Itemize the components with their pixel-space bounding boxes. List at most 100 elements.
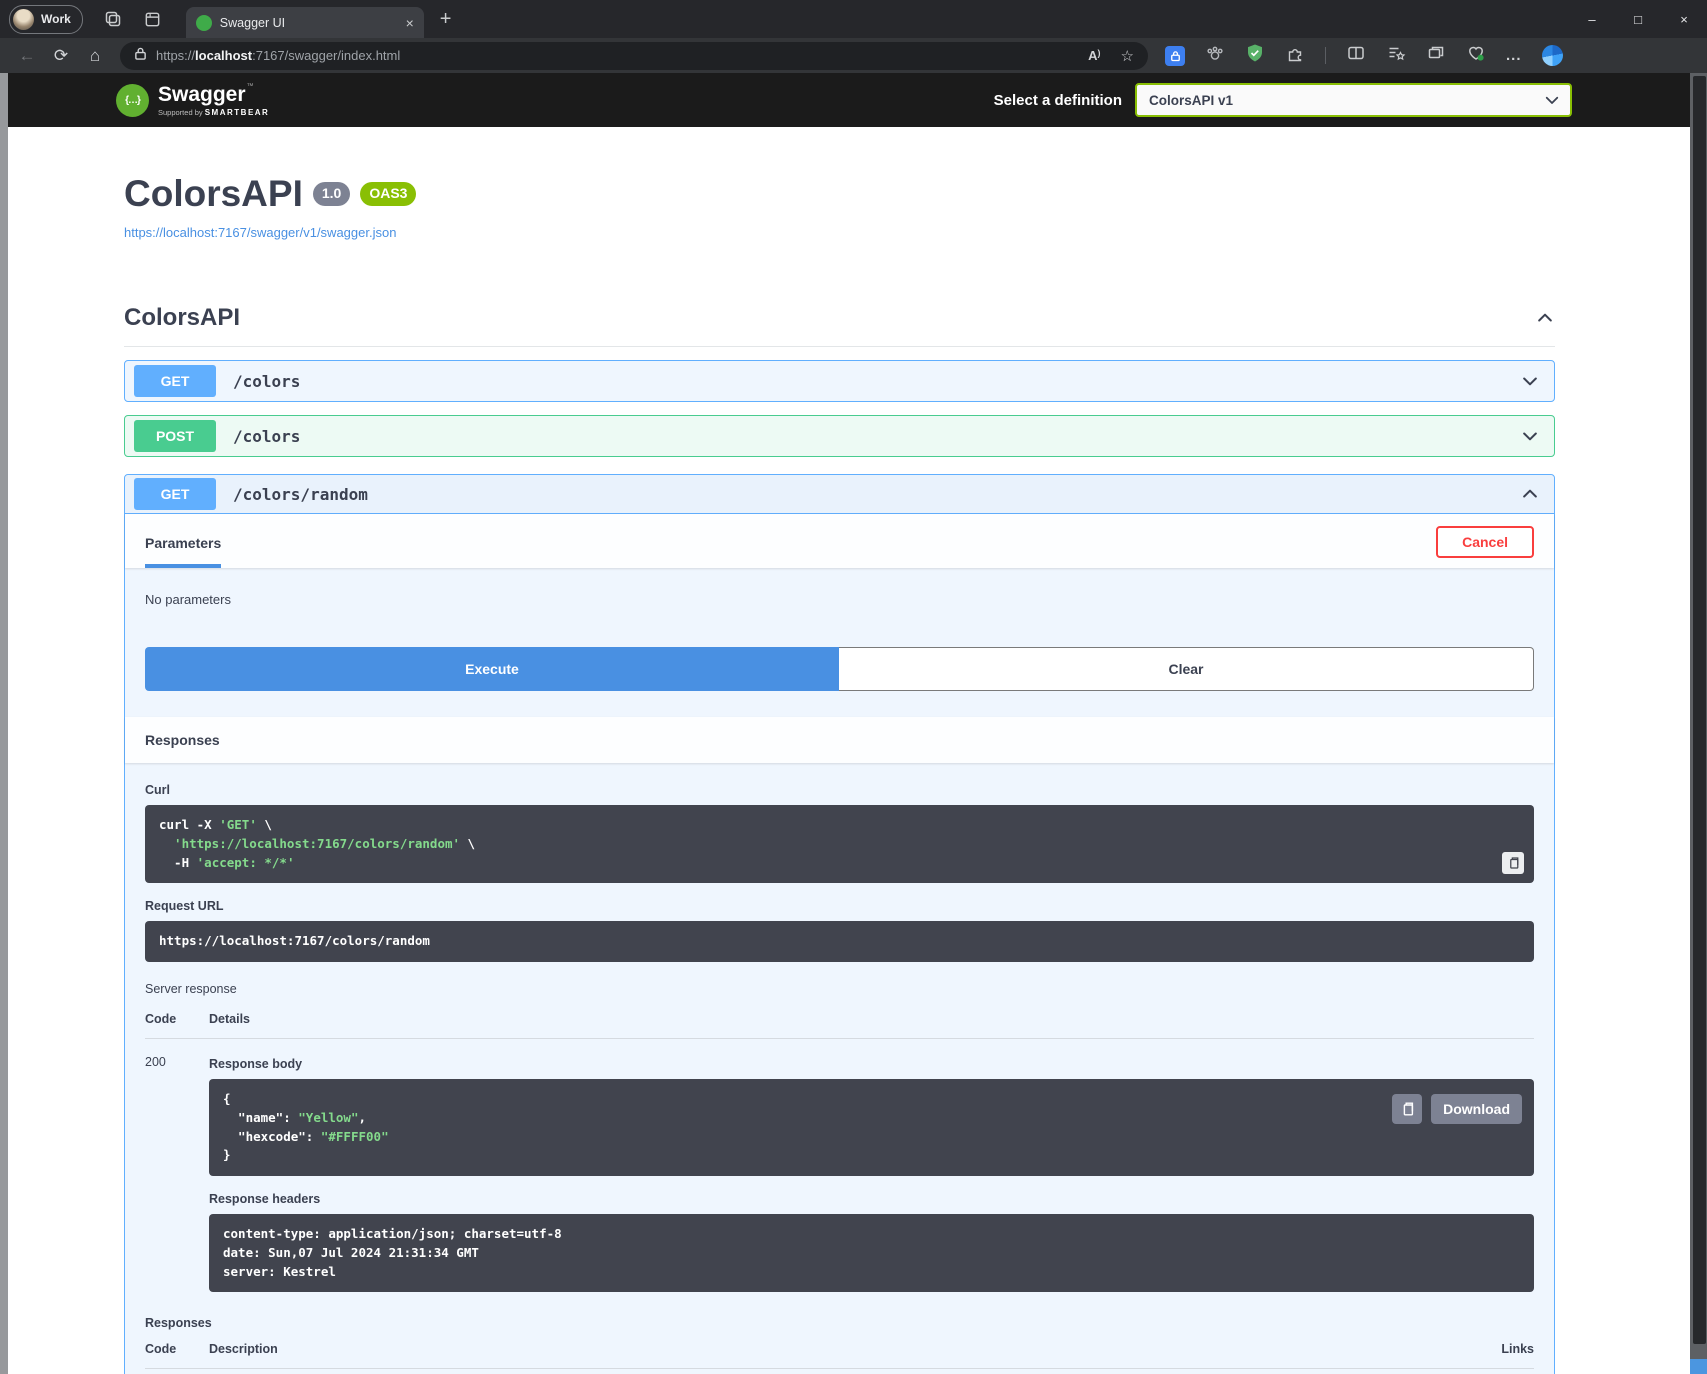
password-extension-icon[interactable]	[1165, 46, 1185, 66]
chevron-up-icon[interactable]	[1535, 308, 1555, 328]
server-response-label: Server response	[145, 982, 1534, 996]
response-headers-label: Response headers	[209, 1192, 1534, 1206]
chevron-down-icon[interactable]	[1520, 371, 1540, 391]
copilot-icon[interactable]	[1542, 45, 1563, 66]
site-lock-icon[interactable]	[134, 46, 147, 66]
scrollbar-bottom-marker[interactable]	[1690, 1359, 1707, 1374]
adguard-shield-icon[interactable]	[1245, 43, 1265, 68]
opblock-get-colors[interactable]: GET /colors	[124, 360, 1555, 402]
toolbar-divider	[1325, 47, 1326, 64]
browser-window: Work Swagger UI × + – □ × ← ⟳ ⌂	[0, 0, 1707, 1374]
doc-status-code: 200	[145, 1369, 209, 1374]
method-badge-post: POST	[134, 420, 216, 452]
read-aloud-icon[interactable]: A)	[1088, 48, 1100, 63]
method-badge-get: GET	[134, 478, 216, 510]
chevron-down-icon	[1543, 91, 1561, 109]
spec-json-link[interactable]: https://localhost:7167/swagger/v1/swagge…	[124, 225, 396, 240]
curl-label: Curl	[145, 783, 1534, 797]
extensions-puzzle-icon[interactable]	[1285, 43, 1305, 68]
minimize-button[interactable]: –	[1569, 0, 1615, 38]
oas3-badge: OAS3	[360, 182, 416, 205]
home-button[interactable]: ⌂	[78, 46, 112, 66]
description-header: Description	[209, 1342, 1414, 1356]
paw-extension-icon[interactable]	[1205, 43, 1225, 68]
workspaces-icon[interactable]	[103, 9, 123, 29]
code-header: Code	[145, 1012, 209, 1026]
opblock-post-colors[interactable]: POST /colors	[124, 415, 1555, 457]
cancel-button[interactable]: Cancel	[1436, 526, 1534, 558]
swagger-logo: {…} Swagger™ Supported by SMARTBEAR	[116, 83, 269, 117]
clear-button[interactable]: Clear	[839, 647, 1534, 691]
close-button[interactable]: ×	[1661, 0, 1707, 38]
tab-close-icon[interactable]: ×	[406, 16, 414, 30]
scrollbar-thumb[interactable]	[1693, 76, 1706, 1344]
url-text: https://localhost:7167/swagger/index.htm…	[156, 48, 400, 63]
address-input[interactable]: https://localhost:7167/swagger/index.htm…	[120, 42, 1148, 70]
request-url-label: Request URL	[145, 899, 1534, 913]
responses-table-header: Code Description Links	[145, 1330, 1534, 1369]
swagger-favicon	[196, 15, 212, 31]
details-header: Details	[209, 1012, 1534, 1026]
settings-more-icon[interactable]: ...	[1506, 47, 1522, 64]
responses-section-header: Responses	[125, 717, 1554, 763]
no-parameters-text: No parameters	[125, 568, 1554, 607]
live-response-table-header: Code Details	[145, 1000, 1534, 1039]
method-badge-get: GET	[134, 365, 216, 397]
execute-row: Execute Clear	[145, 647, 1534, 691]
op-path: /colors	[233, 427, 1520, 446]
swagger-page: ColorsAPI 1.0 OAS3 https://localhost:716…	[8, 127, 1690, 1374]
window-frame-left	[0, 73, 8, 1374]
swagger-topbar: {…} Swagger™ Supported by SMARTBEAR Sele…	[0, 73, 1707, 127]
parameters-section-header: Parameters Cancel	[125, 514, 1554, 568]
favorites-list-icon[interactable]	[1386, 43, 1406, 68]
response-doc-row: 200 Success No links	[145, 1369, 1534, 1374]
execute-button[interactable]: Execute	[145, 647, 839, 691]
back-button[interactable]: ←	[10, 46, 44, 66]
favorite-star-icon[interactable]: ☆	[1121, 47, 1134, 65]
doc-links: No links	[1414, 1369, 1534, 1374]
split-screen-icon[interactable]	[1346, 43, 1366, 68]
brand-subtitle: Supported by SMARTBEAR	[158, 108, 269, 117]
maximize-button[interactable]: □	[1615, 0, 1661, 38]
documented-responses-label: Responses	[145, 1316, 1534, 1330]
doc-description: Success	[209, 1369, 1414, 1374]
opblock-summary[interactable]: GET /colors/random	[125, 475, 1554, 514]
curl-command: curl -X 'GET' \ 'https://localhost:7167/…	[145, 805, 1534, 883]
collections-icon[interactable]	[1426, 43, 1446, 68]
window-controls: – □ ×	[1569, 0, 1707, 38]
response-headers: content-type: application/json; charset=…	[209, 1214, 1534, 1292]
brand-name: Swagger	[158, 83, 246, 106]
profile-chip[interactable]: Work	[9, 5, 83, 34]
response-body: { "name": "Yellow", "hexcode": "#FFFF00"…	[209, 1079, 1534, 1176]
page-title: ColorsAPI 1.0 OAS3	[124, 173, 1555, 215]
tab-actions-icon[interactable]	[143, 10, 162, 29]
tag-title: ColorsAPI	[124, 304, 240, 332]
copy-curl-button[interactable]	[1502, 852, 1524, 874]
copy-response-button[interactable]	[1392, 1094, 1422, 1124]
chevron-down-icon[interactable]	[1520, 426, 1540, 446]
definition-select-label: Select a definition	[994, 92, 1122, 109]
definition-select[interactable]: ColorsAPI v1	[1135, 83, 1572, 117]
avatar	[13, 9, 34, 30]
download-button[interactable]: Download	[1431, 1094, 1522, 1124]
swagger-logo-icon: {…}	[116, 84, 149, 117]
live-response-row: 200 Response body { "name": "Yellow", "h…	[145, 1039, 1534, 1292]
links-header: Links	[1414, 1342, 1534, 1356]
browser-essentials-icon[interactable]	[1466, 43, 1486, 68]
tab-swagger-ui[interactable]: Swagger UI ×	[186, 7, 424, 38]
tab-parameters[interactable]: Parameters	[145, 535, 221, 568]
new-tab-button[interactable]: +	[440, 9, 452, 29]
request-url-value: https://localhost:7167/colors/random	[145, 921, 1534, 962]
titlebar: Work Swagger UI × + – □ ×	[0, 0, 1707, 38]
response-body-label: Response body	[209, 1057, 1534, 1071]
chevron-up-icon[interactable]	[1520, 484, 1540, 504]
version-badge: 1.0	[313, 182, 350, 205]
api-info: ColorsAPI 1.0 OAS3 https://localhost:716…	[124, 127, 1555, 242]
op-path: /colors/random	[233, 485, 1520, 504]
addressbar: ← ⟳ ⌂ https://localhost:7167/swagger/ind…	[0, 38, 1707, 73]
profile-name: Work	[41, 12, 71, 26]
tag-section-header[interactable]: ColorsAPI	[124, 304, 1555, 347]
refresh-button[interactable]: ⟳	[44, 46, 78, 66]
page-scrollbar[interactable]	[1690, 73, 1707, 1374]
op-path: /colors	[233, 372, 1520, 391]
